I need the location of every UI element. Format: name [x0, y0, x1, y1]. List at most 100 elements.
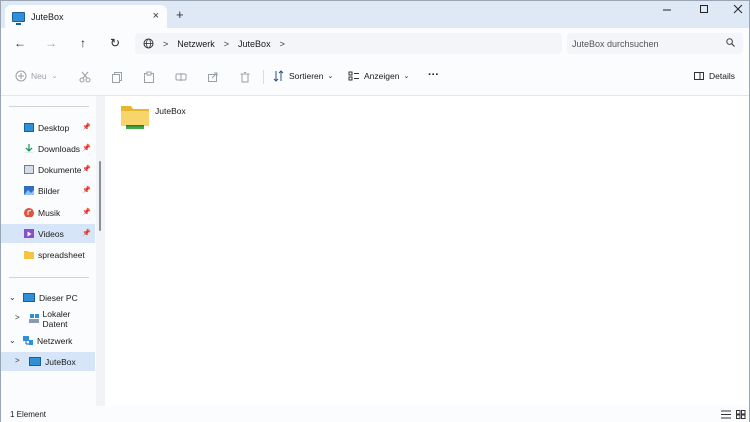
- forward-button[interactable]: →: [43, 35, 59, 51]
- pin-icon: 📌: [82, 166, 91, 173]
- rename-icon[interactable]: [175, 71, 187, 83]
- chevron-right-icon[interactable]: >: [15, 313, 20, 322]
- chevron-right-icon[interactable]: >: [280, 39, 285, 49]
- drive-icon: [29, 314, 39, 323]
- delete-icon[interactable]: [239, 71, 251, 83]
- toolbar-divider: [263, 70, 264, 84]
- navigation-bar: ← → ↑ ↻ > Netzwerk > JuteBox > JuteBox d…: [1, 28, 749, 58]
- maximize-button[interactable]: [694, 4, 714, 18]
- sidebar-item-label: Downloads: [38, 143, 81, 154]
- view-icon: [348, 71, 359, 81]
- view-button[interactable]: Anzeigen ⌄: [348, 70, 409, 82]
- sort-label: Sortieren: [289, 71, 324, 81]
- chevron-right-icon: >: [223, 38, 230, 49]
- title-bar: JuteBox × +: [1, 1, 749, 28]
- monitor-icon: [12, 11, 25, 25]
- new-button[interactable]: Neu ⌄: [15, 70, 57, 82]
- close-icon: [733, 4, 743, 14]
- file-explorer-window: JuteBox × + ← → ↑ ↻ > Netzwerk > JuteBox…: [0, 0, 750, 422]
- tab-jutebox[interactable]: JuteBox ×: [5, 5, 167, 28]
- sidebar-item-downloads[interactable]: Downloads 📌: [1, 139, 95, 158]
- sidebar-item-label: Dokumente: [38, 164, 82, 175]
- view-label: Anzeigen: [364, 71, 400, 81]
- up-button[interactable]: ↑: [75, 35, 91, 51]
- back-button[interactable]: ←: [12, 35, 28, 51]
- folder-icon: [24, 251, 34, 259]
- pictures-icon: [24, 186, 34, 195]
- video-icon: [24, 229, 34, 238]
- pin-icon: 📌: [82, 209, 91, 216]
- item-label: JuteBox: [155, 106, 186, 116]
- sidebar-item-netzwerk[interactable]: ⌄ Netzwerk: [1, 331, 95, 350]
- sidebar-item-spreadsheet[interactable]: spreadsheet: [1, 245, 95, 264]
- details-pane-icon: [694, 72, 704, 80]
- sidebar-item-dokumente[interactable]: Dokumente 📌: [1, 160, 95, 179]
- network-icon: [23, 336, 33, 345]
- search-icon: [726, 38, 735, 47]
- more-options-button[interactable]: ···: [428, 69, 439, 81]
- search-input[interactable]: JuteBox durchsuchen: [567, 33, 743, 54]
- share-icon[interactable]: [207, 71, 219, 83]
- sidebar-item-bilder[interactable]: Bilder 📌: [1, 181, 95, 200]
- new-label: Neu: [31, 71, 47, 81]
- pin-icon: 📌: [82, 230, 91, 237]
- minimize-icon: [663, 9, 671, 11]
- sidebar-item-label: spreadsheet: [38, 249, 85, 260]
- sort-icon: [273, 70, 284, 82]
- desktop-icon: [24, 123, 34, 132]
- close-window-button[interactable]: [728, 4, 748, 18]
- address-bar[interactable]: > Netzwerk > JuteBox >: [135, 33, 562, 54]
- music-icon: [24, 208, 34, 217]
- monitor-icon: [29, 357, 41, 366]
- new-tab-button[interactable]: +: [176, 7, 184, 22]
- refresh-button[interactable]: ↻: [107, 35, 123, 51]
- chevron-right-icon: >: [163, 38, 169, 49]
- sidebar-item-desktop[interactable]: Desktop 📌: [1, 118, 95, 137]
- sidebar-item-jutebox[interactable]: > JuteBox: [1, 352, 95, 371]
- pin-icon: 📌: [82, 124, 91, 131]
- copy-icon[interactable]: [111, 71, 123, 83]
- chevron-down-icon[interactable]: ⌄: [9, 336, 16, 345]
- document-icon: [24, 165, 34, 174]
- sidebar-item-lokaler-datentraeger[interactable]: > Lokaler Datent: [1, 309, 95, 329]
- command-bar: Neu ⌄ Sortieren ⌄ Anzeigen ⌄ ··· Details: [1, 58, 749, 96]
- computer-icon: [23, 293, 35, 302]
- tiles-view-icon[interactable]: [736, 410, 746, 419]
- sidebar-item-dieser-pc[interactable]: ⌄ Dieser PC: [1, 288, 95, 307]
- details-button[interactable]: Details: [693, 70, 735, 82]
- chevron-right-icon[interactable]: >: [15, 356, 20, 365]
- close-tab-button[interactable]: ×: [153, 10, 159, 22]
- status-bar: 1 Element: [1, 406, 749, 422]
- chevron-down-icon: ⌄: [51, 73, 58, 80]
- cut-icon[interactable]: [79, 71, 91, 83]
- item-count: 1 Element: [10, 409, 47, 419]
- sidebar-divider: [9, 277, 89, 278]
- chevron-down-icon: ⌄: [327, 73, 334, 80]
- scrollbar-thumb[interactable]: [99, 161, 101, 231]
- chevron-down-icon[interactable]: ⌄: [9, 293, 16, 302]
- sidebar-item-musik[interactable]: Musik 📌: [1, 203, 95, 222]
- plus-circle-icon: [15, 70, 27, 82]
- sidebar-item-label: Videos: [38, 228, 64, 239]
- sidebar-item-label: Musik: [38, 207, 61, 218]
- network-folder-icon: [121, 106, 149, 129]
- sidebar-divider: [9, 106, 89, 107]
- details-view-icon[interactable]: [721, 410, 731, 419]
- sidebar-scrollbar[interactable]: [96, 96, 105, 406]
- minimize-button[interactable]: [657, 4, 677, 18]
- sidebar-item-label: Dieser PC: [39, 292, 78, 303]
- breadcrumb-jutebox[interactable]: JuteBox: [238, 39, 271, 49]
- sidebar-item-label: Desktop: [38, 122, 70, 133]
- search-placeholder: JuteBox durchsuchen: [572, 38, 659, 49]
- download-icon: [25, 144, 33, 153]
- sort-button[interactable]: Sortieren ⌄: [273, 70, 333, 82]
- pin-icon: 📌: [82, 145, 91, 152]
- breadcrumb-netzwerk[interactable]: Netzwerk: [177, 39, 215, 49]
- sidebar-item-videos[interactable]: Videos 📌: [1, 224, 95, 243]
- sidebar-item-label: Bilder: [38, 185, 60, 196]
- file-list: JuteBox: [105, 96, 749, 406]
- sidebar-item-label: JuteBox: [45, 356, 76, 367]
- network-globe-icon: [143, 38, 154, 49]
- paste-icon[interactable]: [143, 71, 155, 83]
- tab-label: JuteBox: [31, 11, 64, 22]
